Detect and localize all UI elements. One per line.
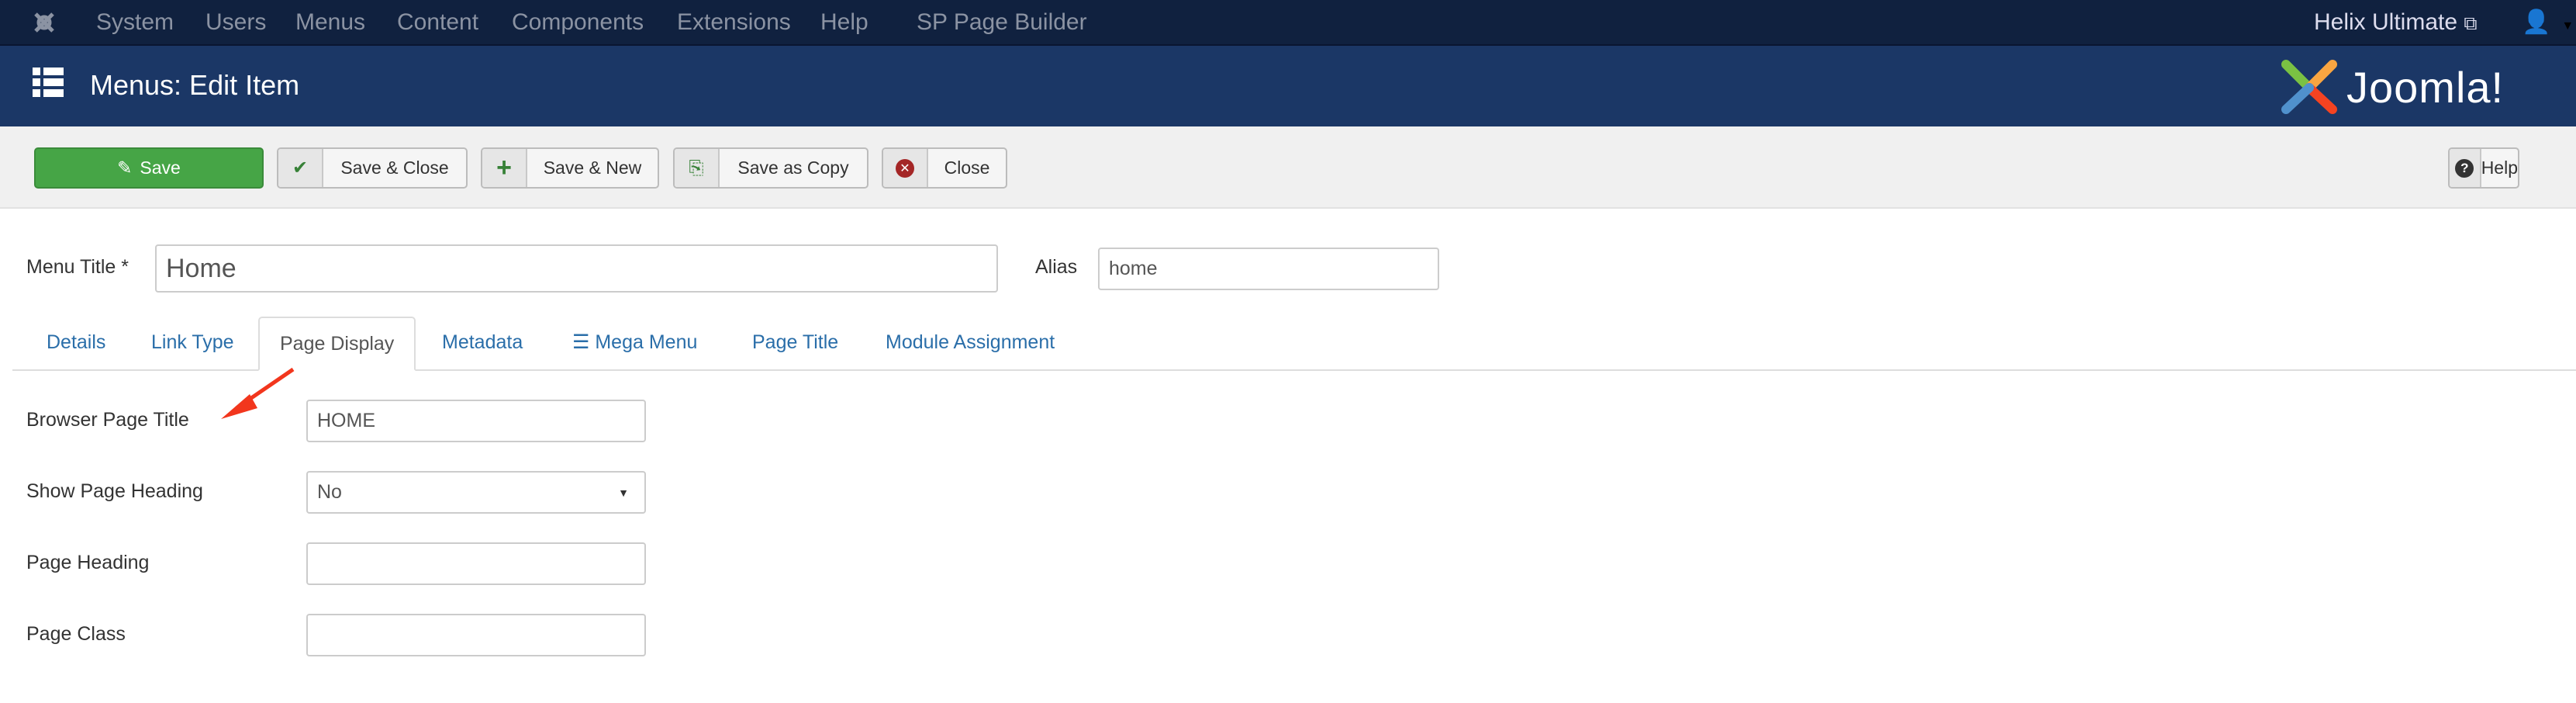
tab-module-assignment[interactable]: Module Assignment [886, 317, 1055, 371]
save-close-label: Save & Close [340, 158, 449, 178]
cancel-icon: ✕ [883, 149, 928, 187]
close-button[interactable]: ✕ Close [882, 147, 1007, 189]
alias-input[interactable]: home [1098, 248, 1439, 290]
save-copy-button[interactable]: ⎘ Save as Copy [673, 147, 868, 189]
menu-title-input[interactable]: Home [155, 244, 998, 293]
help-label: Help [2481, 158, 2518, 178]
annotation-arrow-icon [221, 367, 295, 419]
copy-icon: ⎘ [675, 149, 720, 187]
user-icon: 👤 [2522, 9, 2551, 35]
site-link-label: Helix Ultimate [2314, 9, 2458, 35]
save-copy-label: Save as Copy [737, 158, 849, 178]
page-class-label: Page Class [26, 623, 126, 645]
page-heading-label: Page Heading [26, 552, 150, 573]
page-class-input[interactable] [306, 614, 646, 656]
save-button[interactable]: ✎ Save [34, 147, 264, 189]
joomla-logo: Joomla! [2280, 58, 2504, 116]
show-page-heading-select[interactable]: No ▼ [306, 471, 646, 514]
tab-details[interactable]: Details [47, 317, 105, 371]
user-menu[interactable]: 👤 ▼ [2522, 0, 2574, 48]
alias-label: Alias [1035, 256, 1078, 278]
page-header: Menus: Edit Item Joomla! [0, 46, 2576, 126]
tab-page-display[interactable]: Page Display [258, 317, 416, 371]
help-button[interactable]: ? Help [2448, 147, 2519, 189]
menu-title-label: Menu Title * [26, 256, 129, 278]
page-title: Menus: Edit Item [90, 69, 300, 101]
menu-menus[interactable]: Menus [295, 0, 365, 44]
menu-components[interactable]: Components [512, 0, 644, 44]
plus-icon: + [482, 149, 527, 187]
tab-mega-menu-label: Mega Menu [595, 331, 698, 353]
show-page-heading-label: Show Page Heading [26, 480, 203, 502]
menu-system[interactable]: System [96, 0, 174, 44]
check-icon: ✔ [278, 149, 323, 187]
menu-sp-page-builder[interactable]: SP Page Builder [917, 0, 1087, 44]
bars-icon: ☰ [572, 331, 596, 353]
menu-help[interactable]: Help [820, 0, 868, 44]
site-link[interactable]: Helix Ultimate ⧉ [2314, 0, 2478, 46]
admin-menu-bar: System Users Menus Content Components Ex… [0, 0, 2576, 46]
tab-link-type[interactable]: Link Type [151, 317, 234, 371]
show-page-heading-value: No [317, 481, 342, 503]
page-heading-input[interactable] [306, 542, 646, 585]
browser-page-title-label: Browser Page Title [26, 409, 189, 431]
save-new-label: Save & New [543, 158, 642, 178]
toolbar: ✎ Save ✔ Save & Close + Save & New ⎘ Save as… [0, 126, 2576, 209]
menu-extensions[interactable]: Extensions [677, 0, 791, 44]
close-label: Close [944, 158, 990, 178]
save-label: Save [140, 158, 181, 178]
save-close-button[interactable]: ✔ Save & Close [277, 147, 468, 189]
caret-down-icon: ▼ [618, 486, 629, 499]
joomla-icon[interactable] [31, 9, 57, 36]
tab-page-title[interactable]: Page Title [752, 317, 838, 371]
menu-users[interactable]: Users [205, 0, 266, 44]
tab-metadata[interactable]: Metadata [442, 317, 523, 371]
menu-content[interactable]: Content [397, 0, 478, 44]
menu-list-icon [33, 68, 64, 97]
question-icon: ? [2450, 149, 2481, 187]
tab-mega-menu[interactable]: ☰ Mega Menu [572, 317, 697, 371]
caret-down-icon: ▼ [2561, 19, 2574, 33]
save-new-button[interactable]: + Save & New [481, 147, 659, 189]
edit-icon: ✎ [117, 158, 133, 178]
browser-page-title-input[interactable]: HOME [306, 400, 646, 442]
external-link-icon: ⧉ [2464, 13, 2478, 34]
